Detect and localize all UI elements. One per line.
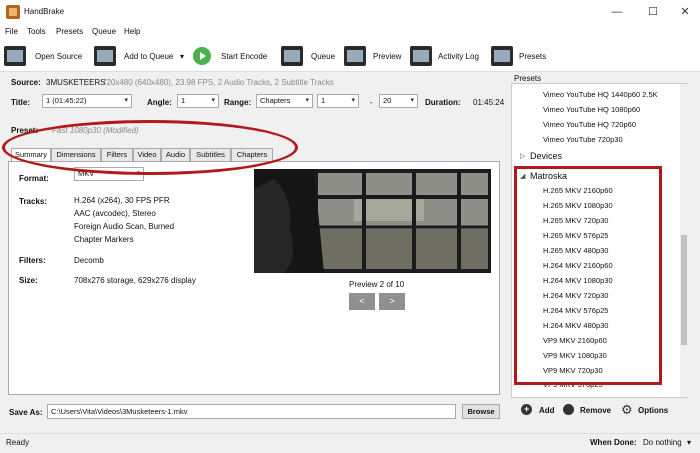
when-done-label: When Done:	[590, 438, 637, 447]
source-label: Source:	[11, 78, 41, 87]
chevron-down-icon: ▾	[410, 97, 414, 104]
save-as-input[interactable]: C:\Users\Vita\Videos\3Musketeers-1.mkv	[47, 404, 456, 419]
title-select[interactable]: 1 (01:45:22) ▾	[42, 94, 132, 108]
save-as-label: Save As:	[9, 408, 43, 417]
activity-log-button[interactable]: Activity Log	[438, 52, 479, 61]
menu-presets[interactable]: Presets	[56, 27, 83, 36]
highlight-ellipse	[2, 120, 298, 175]
track-line: AAC (avcodec), Stereo	[74, 209, 156, 218]
handbrake-logo-icon	[6, 5, 20, 19]
source-name: 3MUSKETEERS	[46, 78, 106, 87]
preview-button[interactable]: Preview	[373, 52, 401, 61]
presets-panel-header: Presets	[514, 74, 542, 83]
start-encode-icon[interactable]	[193, 47, 211, 65]
menu-queue[interactable]: Queue	[92, 27, 116, 36]
add-preset-button[interactable]: Add	[539, 406, 555, 415]
range-label: Range:	[224, 98, 252, 107]
title-bar	[0, 0, 700, 24]
highlight-box	[514, 166, 662, 385]
preview-next-button[interactable]: >	[379, 293, 405, 310]
preset-item[interactable]: Vimeo YouTube 720p30	[543, 135, 623, 144]
angle-select[interactable]: 1 ▾	[177, 94, 219, 108]
activity-log-icon[interactable]	[410, 46, 432, 66]
filters-value: Decomb	[74, 256, 104, 265]
chevron-down-icon: ▾	[124, 97, 128, 104]
remove-icon[interactable]	[563, 404, 574, 415]
open-source-button[interactable]: Open Source	[35, 52, 82, 61]
source-info: 720x480 (640x480), 23.98 FPS, 2 Audio Tr…	[102, 78, 334, 87]
range-type-select[interactable]: Chapters ▾	[256, 94, 313, 108]
collapsed-caret-icon[interactable]: ▷	[520, 152, 525, 160]
presets-button[interactable]: Presets	[519, 52, 546, 61]
add-to-queue-dropdown-icon[interactable]: ▾	[180, 52, 184, 61]
add-to-queue-button[interactable]: Add to Queue	[124, 52, 173, 61]
title-label: Title:	[11, 98, 30, 107]
browse-button[interactable]: Browse	[462, 404, 500, 419]
status-text: Ready	[6, 438, 30, 447]
gear-icon[interactable]: ⚙	[621, 402, 633, 418]
chevron-down-icon: ▾	[305, 97, 309, 104]
menu-tools[interactable]: Tools	[27, 27, 46, 36]
size-label: Size:	[19, 276, 38, 285]
when-done-select[interactable]: Do nothing	[643, 438, 682, 447]
range-end-select[interactable]: 20 ▾	[379, 94, 418, 108]
start-encode-button[interactable]: Start Encode	[221, 52, 267, 61]
duration-value: 01:45:24	[473, 98, 505, 107]
preview-icon[interactable]	[344, 46, 366, 66]
track-line: Chapter Markers	[74, 235, 134, 244]
preset-item[interactable]: Vimeo YouTube HQ 1440p60 2.5K	[543, 90, 658, 99]
maximize-button[interactable]: ☐	[638, 2, 668, 22]
chevron-down-icon[interactable]: ▾	[687, 438, 691, 447]
range-start-select[interactable]: 1 ▾	[317, 94, 359, 108]
chevron-down-icon: ▾	[211, 97, 215, 104]
preset-group-devices[interactable]: Devices	[530, 151, 562, 161]
presets-icon[interactable]	[491, 46, 513, 66]
size-value: 708x276 storage, 629x276 display	[74, 276, 196, 285]
presets-scroll-thumb[interactable]	[681, 235, 687, 345]
track-line: H.264 (x264), 30 FPS PFR	[74, 196, 170, 205]
queue-icon[interactable]	[281, 46, 303, 66]
preview-frame	[254, 169, 491, 273]
preset-options-button[interactable]: Options	[638, 406, 668, 415]
preset-item[interactable]: Vimeo YouTube HQ 1080p60	[543, 105, 640, 114]
chevron-down-icon: ▾	[351, 97, 355, 104]
window-title: HandBrake	[24, 7, 65, 16]
remove-preset-button[interactable]: Remove	[580, 406, 611, 415]
duration-label: Duration:	[425, 98, 461, 107]
range-dash: -	[370, 98, 373, 107]
preview-image	[254, 169, 491, 273]
track-line: Foreign Audio Scan, Burned	[74, 222, 175, 231]
angle-label: Angle:	[147, 98, 172, 107]
menu-file[interactable]: File	[5, 27, 18, 36]
minimize-button[interactable]: —	[602, 2, 632, 22]
format-label: Format:	[19, 174, 49, 183]
add-to-queue-icon[interactable]	[94, 46, 116, 66]
menu-help[interactable]: Help	[124, 27, 140, 36]
preset-item[interactable]: Vimeo YouTube HQ 720p60	[543, 120, 636, 129]
preview-prev-button[interactable]: <	[349, 293, 375, 310]
open-source-icon[interactable]	[4, 46, 26, 66]
close-button[interactable]: ✕	[670, 2, 700, 22]
queue-button[interactable]: Queue	[311, 52, 335, 61]
filters-label: Filters:	[19, 256, 46, 265]
preview-caption: Preview 2 of 10	[349, 280, 405, 289]
tracks-label: Tracks:	[19, 197, 48, 206]
